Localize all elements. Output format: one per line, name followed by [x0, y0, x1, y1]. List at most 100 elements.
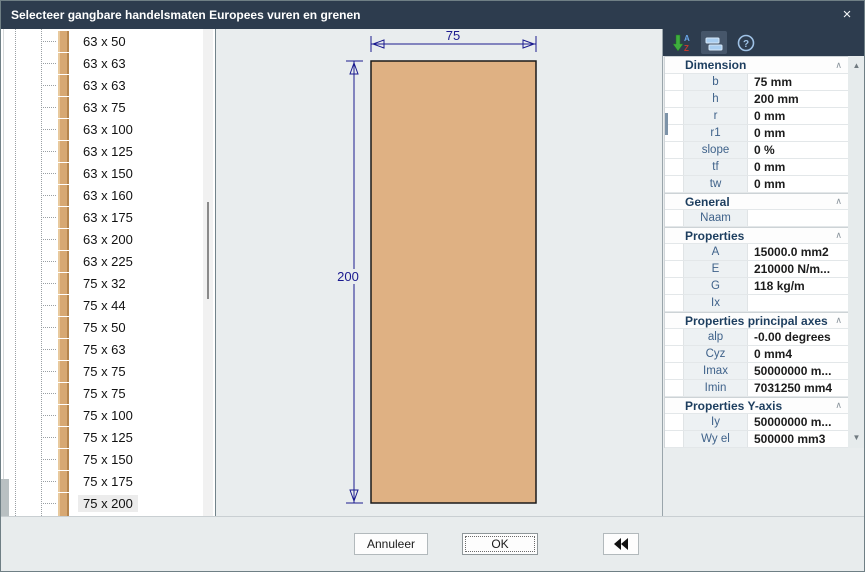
list-item[interactable]: 75 x 200 [1, 492, 201, 514]
tree-scrollbar-thumb-left[interactable] [1, 479, 9, 516]
collapse-chevron-icon[interactable]: ∧ [835, 400, 842, 411]
property-value[interactable]: 15000.0 mm2 [748, 244, 848, 260]
back-button[interactable] [603, 533, 639, 555]
property-value[interactable]: 75 mm [748, 74, 848, 90]
list-item[interactable]: 75 x 75 [1, 360, 201, 382]
property-value[interactable]: 50000000 m... [748, 414, 848, 430]
height-dimension-label: 200 [337, 269, 359, 284]
collapse-chevron-icon[interactable]: ∧ [835, 60, 842, 71]
grid-left-scrollbar[interactable] [664, 56, 668, 448]
list-item-label: 63 x 160 [83, 187, 133, 203]
svg-text:A: A [684, 34, 690, 43]
timber-icon [58, 448, 69, 470]
list-item[interactable]: 63 x 160 [1, 184, 201, 206]
list-item[interactable]: 75 x 175 [1, 470, 201, 492]
property-value[interactable]: 0 % [748, 142, 848, 158]
property-value[interactable]: 210000 N/m... [748, 261, 848, 277]
list-item-label: 63 x 150 [83, 165, 133, 181]
list-item[interactable]: 63 x 150 [1, 162, 201, 184]
section-title: General [685, 194, 730, 209]
list-item[interactable]: 75 x 44 [1, 294, 201, 316]
property-value[interactable]: 7031250 mm4 [748, 380, 848, 396]
tree-connector [41, 436, 56, 438]
section-header[interactable]: Properties ∧ [664, 227, 848, 244]
property-value[interactable]: 500000 mm3 [748, 431, 848, 447]
property-value[interactable]: 0 mm [748, 159, 848, 175]
timber-icon [58, 52, 69, 74]
list-item[interactable]: 63 x 125 [1, 140, 201, 162]
property-label: r1 [684, 125, 748, 141]
ok-button[interactable]: OK [462, 533, 538, 555]
property-row: G 118 kg/m [664, 278, 848, 295]
timber-icon [58, 360, 69, 382]
close-icon[interactable]: × [838, 6, 856, 24]
property-value[interactable]: 50000000 m... [748, 363, 848, 379]
section-header[interactable]: Properties Y-axis ∧ [664, 397, 848, 414]
scroll-up-icon[interactable]: ▲ [848, 58, 864, 74]
row-gutter [664, 159, 684, 175]
collapse-chevron-icon[interactable]: ∧ [835, 196, 842, 207]
property-value[interactable]: 0 mm [748, 176, 848, 192]
list-item[interactable]: 75 x 63 [1, 338, 201, 360]
property-value[interactable]: 0 mm4 [748, 346, 848, 362]
property-row: A 15000.0 mm2 [664, 244, 848, 261]
list-item[interactable]: 63 x 175 [1, 206, 201, 228]
list-item[interactable]: 75 x 100 [1, 404, 201, 426]
timber-icon [58, 426, 69, 448]
list-item[interactable]: 75 x 125 [1, 426, 201, 448]
section-header[interactable]: Properties principal axes ∧ [664, 312, 848, 329]
list-item[interactable]: 63 x 63 [1, 52, 201, 74]
tree-items: 63 x 50 63 x 63 63 x 63 63 x 75 63 x 100 63 x… [1, 30, 201, 514]
list-item-label: 63 x 100 [83, 121, 133, 137]
row-gutter [664, 244, 684, 260]
property-label: G [684, 278, 748, 294]
cancel-button[interactable]: Annuleer [354, 533, 428, 555]
timber-icon [58, 272, 69, 294]
property-value[interactable]: -0.00 degrees [748, 329, 848, 345]
list-item[interactable]: 63 x 225 [1, 250, 201, 272]
help-button[interactable]: ? [733, 31, 759, 54]
timber-icon [58, 492, 69, 514]
property-value[interactable]: 118 kg/m [748, 278, 848, 294]
section-title: Properties principal axes [685, 313, 828, 328]
tree-connector [41, 62, 56, 64]
list-item[interactable]: 75 x 150 [1, 448, 201, 470]
list-item-label: 63 x 63 [83, 55, 126, 71]
section-header[interactable]: Dimension ∧ [664, 57, 848, 74]
property-label: alp [684, 329, 748, 345]
list-item[interactable]: 63 x 63 [1, 74, 201, 96]
list-item[interactable]: 75 x 32 [1, 272, 201, 294]
tree-scrollbar-thumb[interactable] [207, 202, 209, 299]
property-value[interactable]: 0 mm [748, 108, 848, 124]
tree-scrollbar[interactable] [203, 29, 213, 516]
timber-icon [58, 382, 69, 404]
list-item[interactable]: 75 x 50 [1, 316, 201, 338]
timber-icon [58, 316, 69, 338]
property-row: tw 0 mm [664, 176, 848, 193]
title-bar[interactable]: Selecteer gangbare handelsmaten Europees… [1, 1, 864, 29]
scroll-down-icon[interactable]: ▼ [848, 430, 864, 446]
property-value[interactable]: 0 mm [748, 125, 848, 141]
section-header[interactable]: General ∧ [664, 193, 848, 210]
collapse-chevron-icon[interactable]: ∧ [835, 315, 842, 326]
list-item[interactable]: 63 x 100 [1, 118, 201, 140]
property-value[interactable] [748, 295, 848, 311]
group-by-category-button[interactable] [701, 31, 727, 54]
property-label: Iy [684, 414, 748, 430]
properties-panel: A Z ? Dimension ∧ b 75 mm h 200 mm r 0 mm r1 0 mm… [662, 29, 864, 516]
list-item[interactable]: 63 x 50 [1, 30, 201, 52]
svg-text:Z: Z [684, 44, 689, 53]
list-item[interactable]: 63 x 200 [1, 228, 201, 250]
collapse-chevron-icon[interactable]: ∧ [835, 230, 842, 241]
property-value[interactable] [748, 210, 848, 226]
sort-az-button[interactable]: A Z [669, 31, 695, 54]
list-item[interactable]: 63 x 75 [1, 96, 201, 118]
tree-connector [41, 348, 56, 350]
grid-left-scrollbar-thumb[interactable] [665, 113, 668, 135]
properties-scrollbar[interactable]: ▲ ▼ [848, 56, 864, 448]
property-value[interactable]: 200 mm [748, 91, 848, 107]
tree-connector [41, 194, 56, 196]
list-item[interactable]: 75 x 75 [1, 382, 201, 404]
timber-icon [58, 96, 69, 118]
timber-icon [58, 228, 69, 250]
